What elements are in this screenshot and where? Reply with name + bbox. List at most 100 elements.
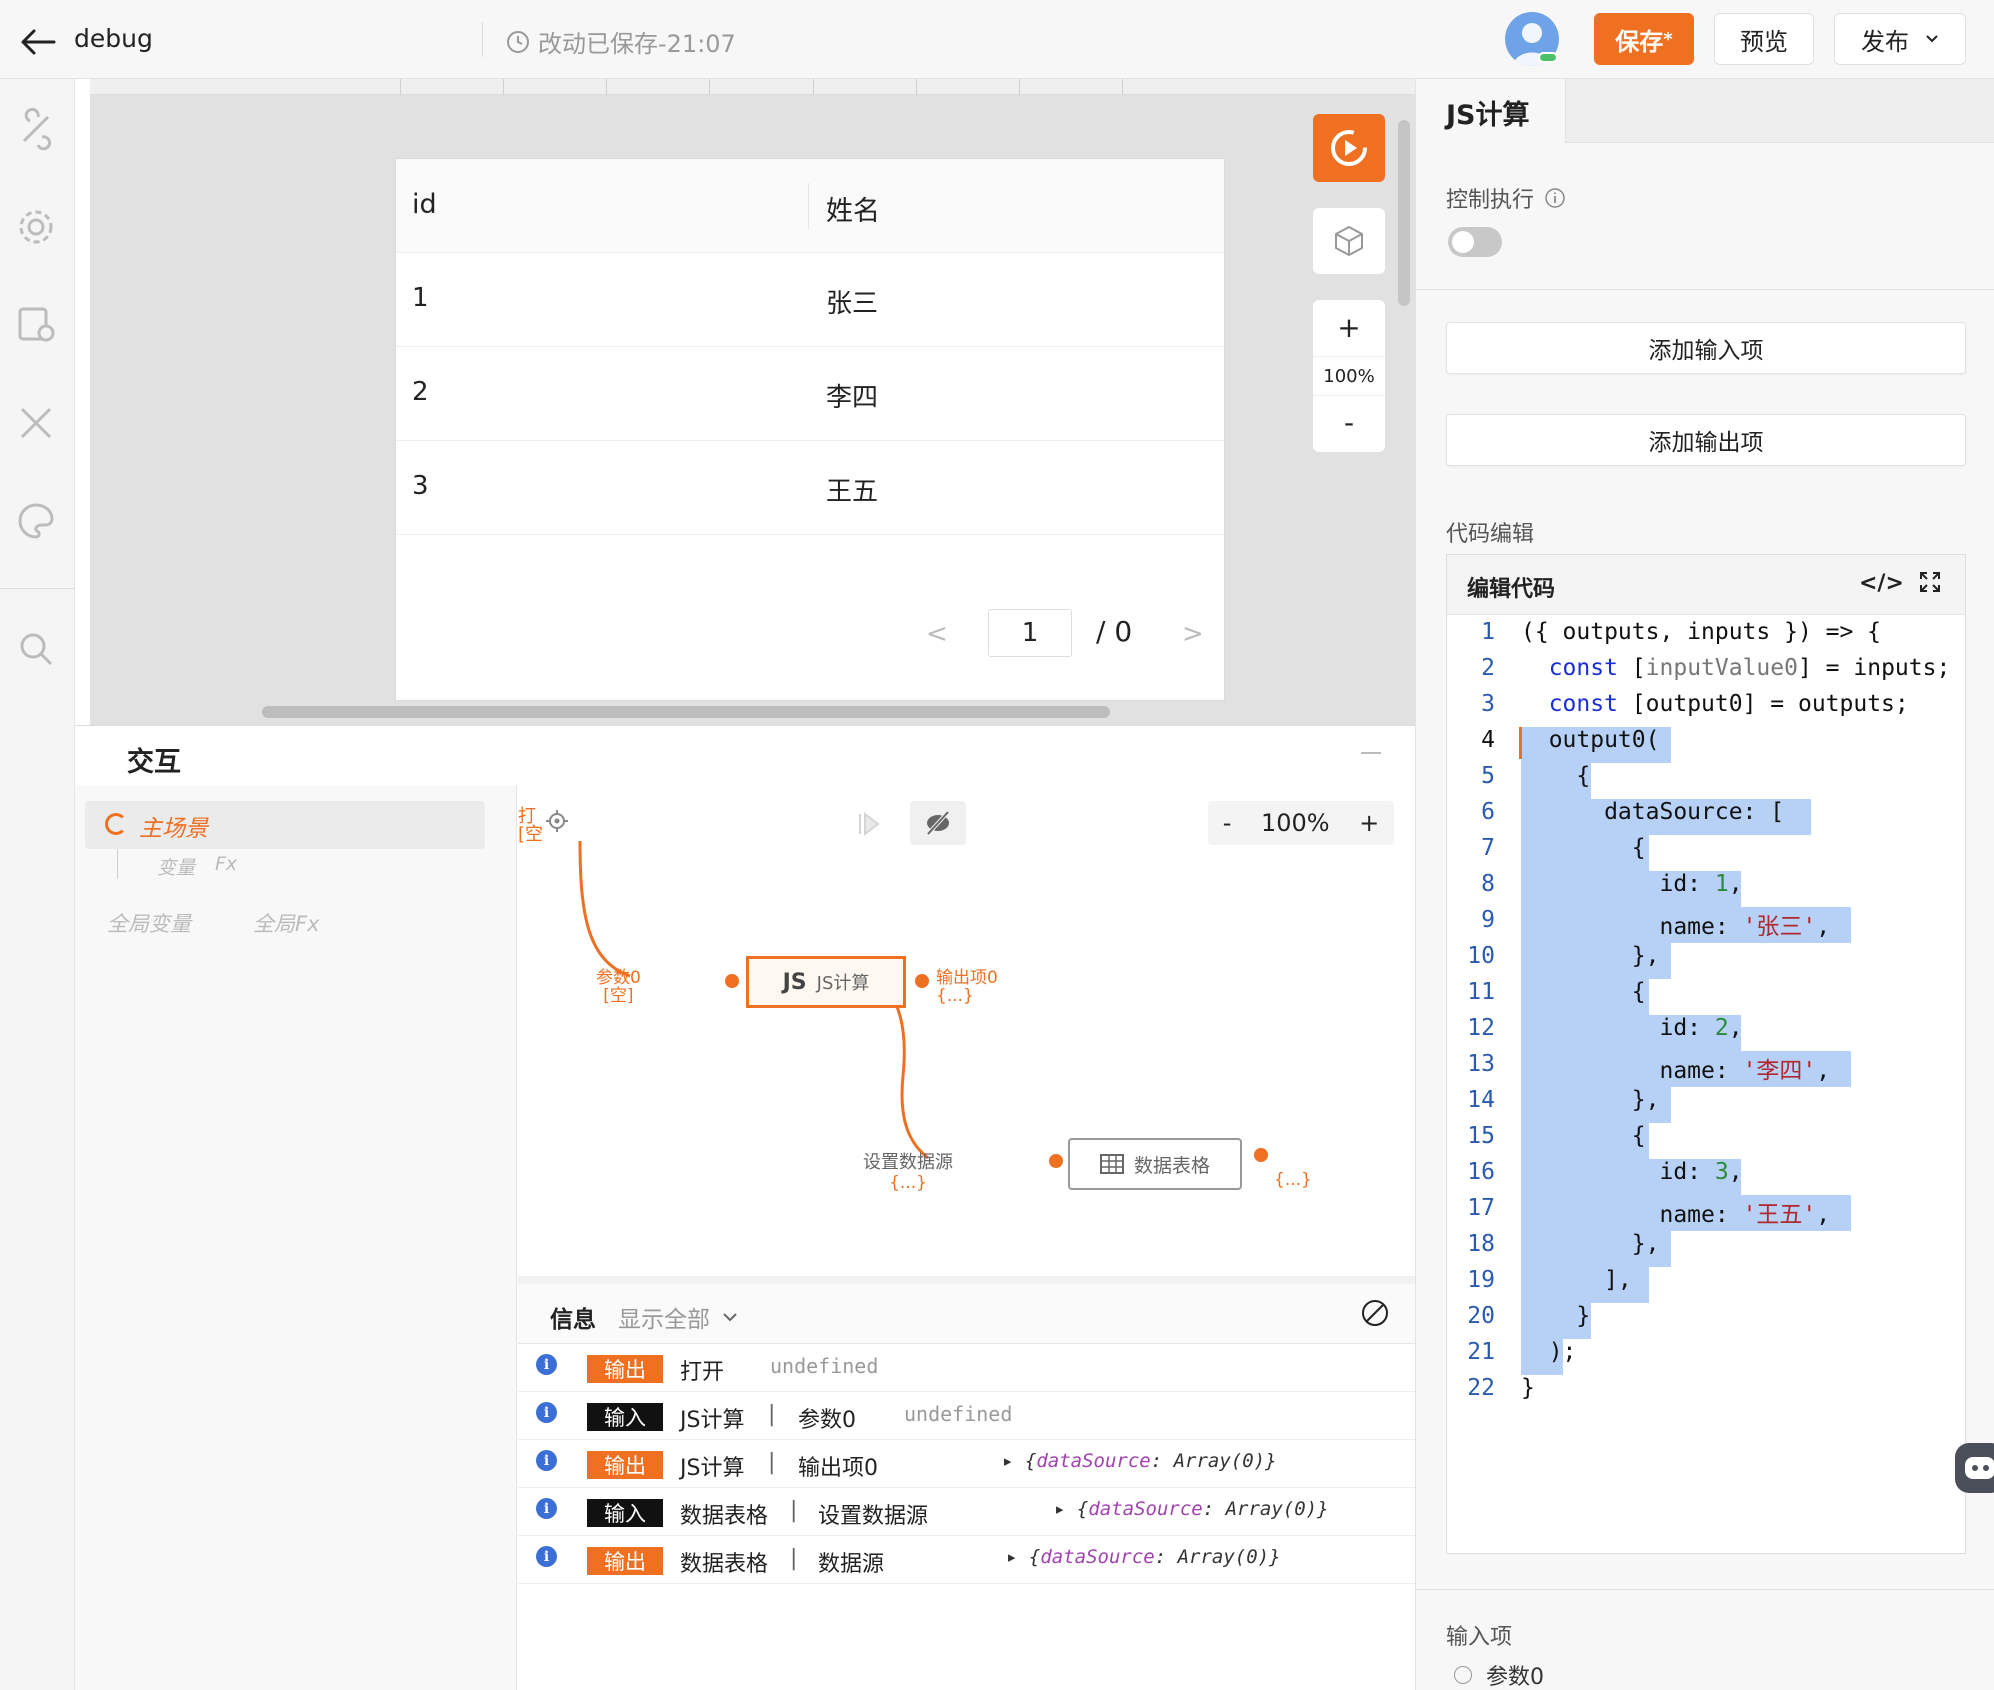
code-line: },	[1521, 1231, 1660, 1257]
column-header-name[interactable]: 姓名	[826, 189, 880, 228]
info-circle-icon[interactable]	[1544, 187, 1566, 209]
code-line: id: 3,	[1521, 1159, 1743, 1185]
code-editor[interactable]: 编辑代码 </> 1 ({ outputs, inputs}) => {2 …	[1446, 554, 1966, 1554]
fullscreen-expand-icon[interactable]	[1917, 569, 1943, 595]
add-output-button[interactable]: 添加输出项	[1446, 414, 1966, 466]
pager-page-input[interactable]: 1	[988, 609, 1072, 657]
control-exec-toggle[interactable]	[1448, 227, 1502, 257]
flow-zoom-in-button[interactable]: +	[1359, 809, 1379, 837]
global-variables-link[interactable]: 全局变量	[107, 908, 191, 938]
code-content[interactable]: 1 ({ outputs, inputs }) => { 2 const [in…	[1447, 617, 1965, 1547]
param0-radio[interactable]	[1454, 1666, 1472, 1684]
code-line: }	[1521, 1303, 1591, 1329]
js-input-port-value: [空]	[603, 986, 634, 1006]
zoom-out-button[interactable]: -	[1313, 400, 1385, 444]
js-output-port[interactable]	[915, 974, 929, 988]
js-output-port-name: 输出项0	[936, 968, 998, 988]
toggle-visibility-button[interactable]	[910, 801, 966, 845]
logic-flow-canvas[interactable]: 打 [空 - 100% + 参数0 [空] JS JS计算 输出项0 {...}…	[518, 786, 1415, 1276]
line-number: 11	[1467, 979, 1495, 1005]
scene-list: 主场景 变量 Fx 全局变量 全局Fx	[75, 786, 517, 1690]
log-row[interactable]: i 输出 JS计算 | 输出项0 ▸ {dataSource: Array(0)…	[518, 1440, 1415, 1488]
back-arrow-icon[interactable]	[18, 22, 58, 62]
palette-icon[interactable]	[14, 499, 58, 543]
log-object-value[interactable]: ▸ {dataSource: Array(0)}	[1054, 1498, 1329, 1520]
canvas-horizontal-scrollbar[interactable]	[262, 706, 1110, 718]
panel-collapse-button[interactable]	[1361, 752, 1381, 754]
preview-button[interactable]: 预览	[1714, 13, 1814, 65]
js-input-port[interactable]	[725, 974, 739, 988]
line-number: 9	[1481, 907, 1495, 933]
table-row[interactable]: 1 张三	[396, 253, 1224, 347]
panel-splitter[interactable]	[518, 1276, 1415, 1284]
line-number: 8	[1481, 871, 1495, 897]
column-divider	[808, 183, 809, 229]
global-fx-link[interactable]: 全局Fx	[253, 908, 320, 938]
component-3d-button[interactable]	[1313, 208, 1385, 274]
zoom-in-button[interactable]: +	[1313, 306, 1385, 348]
clear-log-icon[interactable]	[1360, 1298, 1390, 1328]
debug-run-button[interactable]	[1313, 114, 1385, 182]
tree-line	[117, 849, 118, 879]
pager-prev-button[interactable]: <	[926, 619, 948, 649]
search-icon[interactable]	[14, 627, 58, 671]
locate-icon[interactable]	[544, 808, 570, 834]
cell-id: 1	[412, 283, 429, 313]
tools-icon[interactable]	[14, 401, 58, 445]
cell-name: 李四	[826, 383, 879, 413]
table-input-port-label: 设置数据源 {...}	[863, 1148, 953, 1192]
line-number: 1	[1481, 619, 1495, 645]
code-line: {	[1521, 979, 1646, 1005]
tab-js-compute[interactable]: JS计算	[1416, 79, 1566, 143]
data-source-icon[interactable]	[14, 301, 58, 345]
info-header: 信息 显示全部	[518, 1284, 1415, 1344]
info-title: 信息	[550, 1307, 596, 1333]
step-forward-icon[interactable]	[848, 804, 888, 844]
log-object-value[interactable]: ▸ {dataSource: Array(0)}	[1002, 1450, 1277, 1472]
pager-next-button[interactable]: >	[1182, 619, 1204, 649]
table-output-port[interactable]	[1254, 1148, 1268, 1162]
tab-label: JS计算	[1446, 100, 1530, 131]
save-dirty-mark: *	[1663, 28, 1673, 50]
flow-start-node[interactable]: 打 [空	[518, 808, 543, 844]
table-row[interactable]: 2 李四	[396, 347, 1224, 441]
cell-id: 2	[412, 377, 429, 407]
add-input-button[interactable]: 添加输入项	[1446, 322, 1966, 374]
column-header-id[interactable]: id	[412, 189, 437, 220]
info-filter-dropdown[interactable]: 显示全部	[618, 1300, 738, 1334]
code-line: ],	[1521, 1267, 1632, 1293]
assistant-robot-icon[interactable]	[1955, 1443, 1994, 1493]
log-port: 参数0	[798, 1408, 856, 1433]
log-row[interactable]: i 输入 数据表格 | 设置数据源 ▸ {dataSource: Array(0…	[518, 1488, 1415, 1536]
code-view-toggle-icon[interactable]: </>	[1859, 571, 1904, 596]
line-number: 10	[1467, 943, 1495, 969]
table-grid-icon	[1099, 1154, 1124, 1174]
app-title: debug	[74, 24, 153, 53]
log-row[interactable]: i 输入 JS计算 | 参数0 undefined	[518, 1392, 1415, 1440]
js-compute-node[interactable]: JS JS计算	[746, 956, 906, 1008]
table-row[interactable]: 3 王五	[396, 441, 1224, 535]
log-target: JS计算	[680, 1456, 745, 1481]
table-input-port[interactable]	[1049, 1154, 1063, 1168]
log-separator: |	[790, 1546, 798, 1571]
debug-info-panel: 信息 显示全部 i 输出 打开 undefined i 输入 JS计算 | 参数…	[518, 1284, 1415, 1690]
data-table-node[interactable]: 数据表格	[1068, 1138, 1242, 1190]
gear-icon[interactable]	[14, 205, 58, 249]
save-button[interactable]: 保存 *	[1594, 13, 1694, 65]
log-port: 设置数据源	[818, 1504, 929, 1529]
publish-button[interactable]: 发布	[1834, 13, 1966, 65]
log-row[interactable]: i 输出 打开 undefined	[518, 1344, 1415, 1392]
log-row[interactable]: i 输出 数据表格 | 数据源 ▸ {dataSource: Array(0)}	[518, 1536, 1415, 1584]
robot-face-icon	[1965, 1457, 1994, 1479]
data-table-component[interactable]: id 姓名 1 张三 2 李四 3 王五 < 1 / 0 >	[396, 159, 1224, 700]
plugin-icon[interactable]	[14, 107, 58, 151]
section-divider	[1416, 289, 1994, 290]
line-number: 5	[1481, 763, 1495, 789]
canvas-vertical-scrollbar[interactable]	[1398, 120, 1410, 306]
scene-variables-link[interactable]: 变量	[157, 853, 195, 880]
scene-item-main[interactable]: 主场景	[85, 801, 485, 849]
flow-zoom-out-button[interactable]: -	[1223, 809, 1232, 837]
line-number: 21	[1467, 1339, 1495, 1365]
scene-fx-link[interactable]: Fx	[215, 853, 237, 875]
log-object-value[interactable]: ▸ {dataSource: Array(0)}	[1006, 1546, 1281, 1568]
